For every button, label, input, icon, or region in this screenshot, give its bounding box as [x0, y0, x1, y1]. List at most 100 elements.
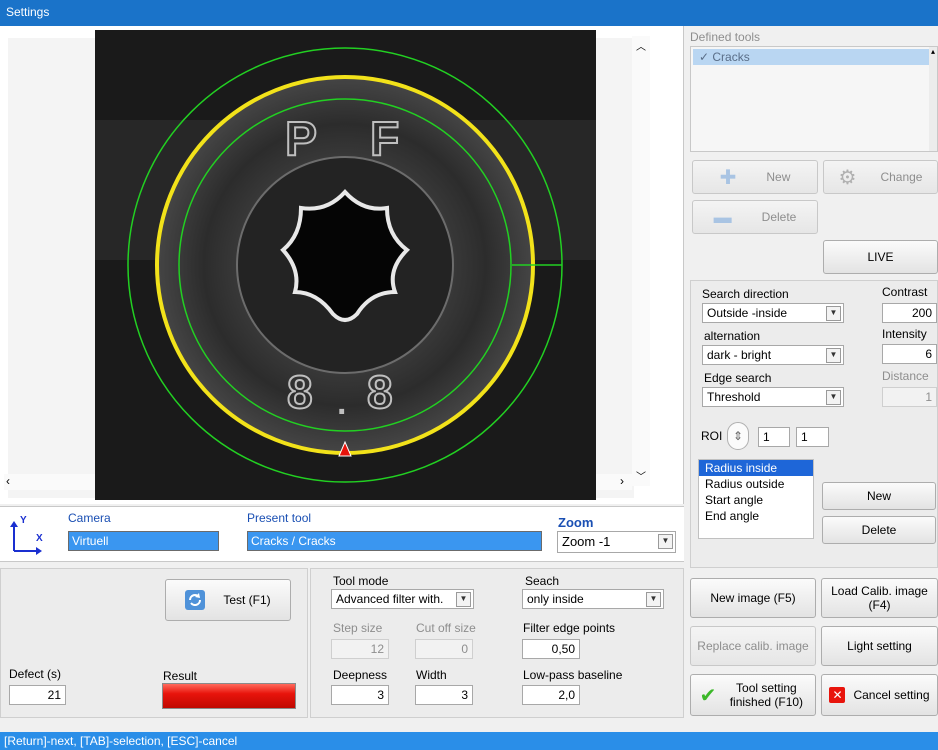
distance-field: 1 [882, 387, 937, 407]
load-calib-image-button[interactable]: Load Calib. image (F4) [821, 578, 938, 618]
tool-setting-finished-button[interactable]: ✔ Tool setting finished (F10) [690, 674, 816, 716]
replace-calib-image-button[interactable]: Replace calib. image [690, 626, 816, 666]
refresh-icon [185, 590, 206, 610]
alternation-label: alternation [704, 329, 761, 343]
distance-label: Distance [882, 369, 929, 383]
light-setting-button[interactable]: Light setting [821, 626, 938, 666]
cancel-setting-label: Cancel setting [853, 688, 930, 702]
present-tool-field[interactable]: Cracks / Cracks [247, 531, 542, 551]
alternation-select[interactable]: dark - bright ▼ [702, 345, 844, 365]
chevron-down-icon[interactable]: ▼ [826, 348, 841, 363]
tool-mode-label: Tool mode [333, 574, 389, 588]
change-tool-label: Change [880, 170, 923, 184]
scroll-down-icon[interactable]: ﹀ [636, 468, 646, 483]
chevron-down-icon[interactable]: ▼ [826, 390, 841, 405]
list-item[interactable]: Radius outside [699, 476, 813, 492]
image-viewer[interactable]: ︿ ﹀ ‹ › P F 8 . 8 [0, 26, 684, 504]
list-scrollbar[interactable]: ▴ [929, 47, 937, 151]
edge-search-select[interactable]: Threshold ▼ [702, 387, 844, 407]
intensity-field[interactable]: 6 [882, 344, 937, 364]
tool-list-item-cracks[interactable]: ✓ Cracks [693, 49, 929, 65]
result-label: Result [163, 669, 198, 683]
test-panel: Test (F1) Defect (s) 21 Result [0, 568, 308, 718]
camera-field[interactable]: Virtuell [68, 531, 219, 551]
width-field[interactable]: 3 [415, 685, 473, 705]
roi-label: ROI [701, 429, 723, 443]
zoom-select-value: Zoom -1 [562, 534, 611, 549]
search-direction-select[interactable]: Outside -inside ▼ [702, 303, 844, 323]
scroll-left-icon[interactable]: ‹ [6, 474, 10, 488]
present-tool-label: Present tool [247, 511, 312, 525]
gear-icon: ⚙ [838, 166, 857, 189]
deepness-field[interactable]: 3 [331, 685, 389, 705]
axis-y-label: Y [20, 515, 27, 526]
defined-tools-list[interactable]: ✓ Cracks ▴ [690, 46, 938, 152]
embossed-letter-p: P [285, 113, 317, 166]
filter-edge-points-field[interactable]: 0,50 [522, 639, 580, 659]
chevron-down-icon[interactable]: ▼ [658, 534, 673, 549]
roi-field-2[interactable]: 1 [796, 427, 829, 447]
chevron-down-icon[interactable]: ▼ [456, 592, 471, 607]
edge-search-value: Threshold [707, 390, 761, 404]
new-tool-label: New [766, 170, 791, 184]
width-label: Width [416, 668, 447, 682]
filter-edge-points-label: Filter edge points [523, 621, 616, 635]
live-label: LIVE [867, 250, 894, 264]
axis-x-label: X [36, 533, 43, 544]
camera-image[interactable]: P F 8 . 8 [95, 30, 596, 500]
embossed-digit-dot: . [337, 384, 346, 422]
zoom-select[interactable]: Zoom -1 ▼ [557, 531, 676, 553]
alternation-value: dark - bright [707, 348, 772, 362]
delete-tool-button[interactable]: ▬ Delete [692, 200, 818, 234]
vertical-scrollbar[interactable]: ︿ ﹀ [632, 36, 650, 486]
title-bar: Settings [0, 0, 938, 26]
test-button[interactable]: Test (F1) [165, 579, 291, 621]
search-direction-value: Outside -inside [707, 306, 788, 320]
status-bar: [Return]-next, [TAB]-selection, [ESC]-ca… [0, 732, 938, 750]
low-pass-baseline-label: Low-pass baseline [523, 668, 623, 682]
contrast-field[interactable]: 200 [882, 303, 937, 323]
defect-count-field: 21 [9, 685, 66, 705]
camera-label: Camera [68, 511, 111, 525]
step-size-field: 12 [331, 639, 389, 659]
roi-parameter-list[interactable]: Radius inside Radius outside Start angle… [698, 459, 814, 539]
seach-select[interactable]: only inside ▼ [522, 589, 664, 609]
plus-icon: ✚ [719, 166, 737, 189]
new-tool-button[interactable]: ✚ New [692, 160, 818, 194]
intensity-label: Intensity [882, 327, 927, 341]
low-pass-baseline-field[interactable]: 2,0 [522, 685, 580, 705]
close-icon: ✕ [829, 687, 846, 703]
scroll-up-icon[interactable]: ︿ [636, 38, 646, 53]
cancel-setting-button[interactable]: ✕ Cancel setting [821, 674, 938, 716]
contrast-label: Contrast [882, 285, 928, 299]
roi-delete-button[interactable]: Delete [822, 516, 936, 544]
edge-search-label: Edge search [704, 371, 772, 385]
status-text: [Return]-next, [TAB]-selection, [ESC]-ca… [4, 734, 238, 748]
defined-tools-label: Defined tools [690, 30, 761, 44]
scroll-up-icon[interactable]: ▴ [929, 47, 937, 56]
tool-mode-select[interactable]: Advanced filter with. ▼ [331, 589, 474, 609]
cut-off-size-field: 0 [415, 639, 473, 659]
cut-off-size-label: Cut off size [416, 621, 476, 635]
delete-tool-label: Delete [761, 210, 797, 224]
roi-new-button[interactable]: New [822, 482, 936, 510]
seach-label: Seach [525, 574, 560, 588]
change-tool-button[interactable]: ⚙ Change [823, 160, 938, 194]
list-item[interactable]: End angle [699, 508, 813, 524]
tool-parameters-panel: Tool mode Advanced filter with. ▼ Seach … [310, 568, 684, 718]
list-item[interactable]: Radius inside [699, 460, 813, 476]
tool-mode-value: Advanced filter with. [336, 592, 444, 606]
scroll-right-icon[interactable]: › [620, 474, 624, 488]
chevron-down-icon[interactable]: ▼ [826, 306, 841, 321]
defect-label: Defect (s) [9, 667, 62, 681]
live-button[interactable]: LIVE [823, 240, 938, 274]
list-item[interactable]: Start angle [699, 492, 813, 508]
test-button-label: Test (F1) [223, 593, 271, 607]
chevron-down-icon[interactable]: ▼ [646, 592, 661, 607]
roi-field-1[interactable]: 1 [758, 427, 790, 447]
embossed-digit-left: 8 [287, 366, 313, 418]
new-image-button[interactable]: New image (F5) [690, 578, 816, 618]
coordinate-axes-icon: Y X [8, 515, 48, 557]
roi-spinner-icon[interactable]: ⇕ [727, 422, 749, 450]
zoom-label: Zoom [558, 515, 594, 530]
